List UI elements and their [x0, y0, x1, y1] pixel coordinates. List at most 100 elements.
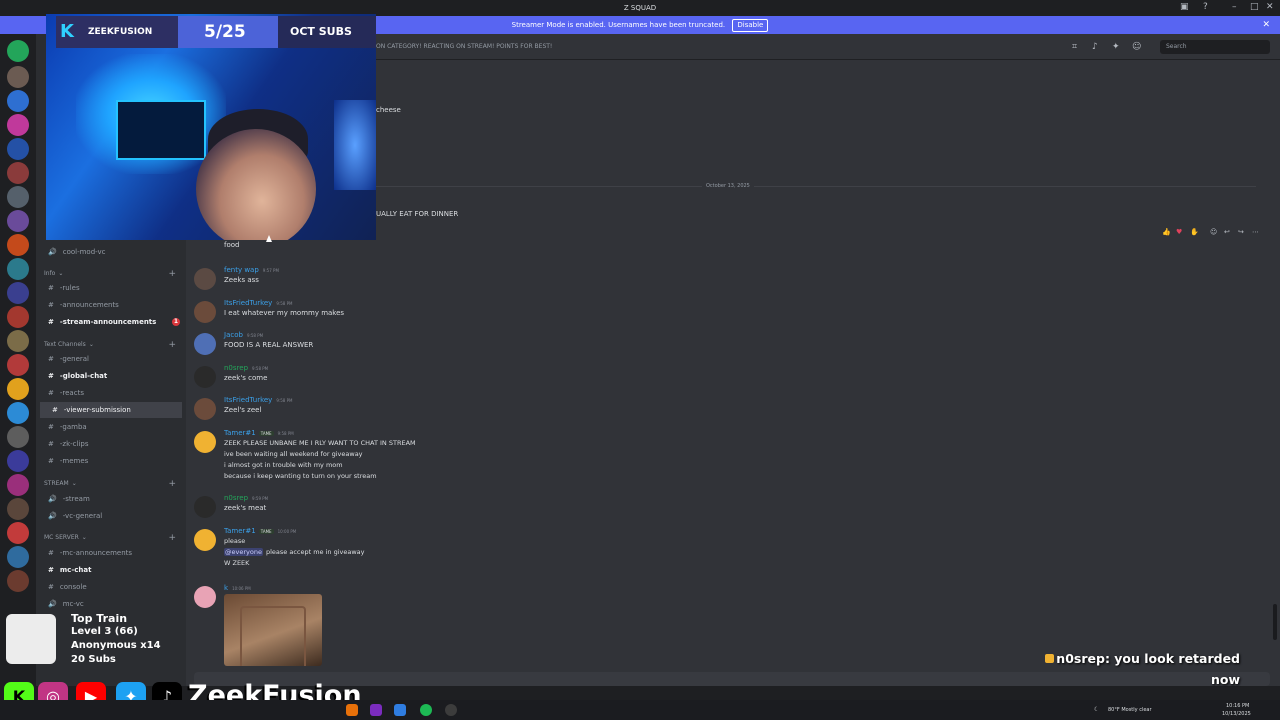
username[interactable]: k — [224, 584, 228, 592]
channel-item[interactable]: # -global-chat — [36, 368, 186, 384]
members-icon[interactable]: ☺ — [1132, 41, 1141, 53]
channel-category[interactable]: MC SERVER ⌄ + — [36, 530, 186, 546]
server-icon[interactable] — [7, 546, 29, 568]
app-icon[interactable] — [394, 704, 406, 716]
avatar[interactable] — [194, 301, 216, 323]
channel-item[interactable]: # -rules — [36, 280, 186, 296]
spotify-icon[interactable] — [420, 704, 432, 716]
message[interactable]: food — [194, 239, 894, 264]
channel-item[interactable]: # -general — [36, 351, 186, 367]
thumbs-up-icon[interactable]: 👍 — [1162, 228, 1171, 236]
username[interactable]: Jacob — [224, 331, 243, 339]
avatar[interactable] — [194, 333, 216, 355]
username[interactable]: ItsFriedTurkey — [224, 299, 272, 307]
username[interactable]: n0srep — [224, 494, 248, 502]
bell-icon[interactable]: ♪ — [1092, 41, 1098, 53]
fire-icon[interactable]: ✋ — [1190, 228, 1199, 236]
channel-item[interactable]: # -stream-announcements 1 — [36, 314, 186, 330]
avatar[interactable] — [194, 366, 216, 388]
clock-time[interactable]: 10:16 PM — [1226, 703, 1249, 709]
threads-icon[interactable]: ⌗ — [1072, 41, 1077, 53]
server-icon[interactable] — [7, 258, 29, 280]
channel-item[interactable]: 🔊 cool-mod-vc — [36, 244, 186, 260]
server-icon[interactable] — [7, 354, 29, 376]
server-icon[interactable] — [7, 306, 29, 328]
server-icon[interactable] — [7, 498, 29, 520]
server-icon[interactable] — [7, 40, 29, 62]
heart-icon[interactable]: ♥ — [1176, 228, 1182, 236]
search-input[interactable]: Search — [1160, 40, 1270, 54]
inbox-icon[interactable]: ▣ — [1180, 2, 1189, 12]
server-icon[interactable] — [7, 426, 29, 448]
more-icon[interactable]: ⋯ — [1252, 228, 1259, 236]
help-icon[interactable]: ? — [1203, 2, 1208, 12]
server-icon[interactable] — [7, 138, 29, 160]
close-window-icon[interactable]: ✕ — [1266, 2, 1274, 12]
avatar[interactable] — [194, 431, 216, 453]
avatar[interactable] — [194, 268, 216, 290]
forward-icon[interactable]: ↪ — [1238, 228, 1244, 236]
weather-text[interactable]: 80°F Mostly clear — [1108, 707, 1152, 713]
maximize-icon[interactable]: □ — [1250, 2, 1259, 12]
channel-category[interactable]: STREAM ⌄ + — [36, 476, 186, 492]
channel-item[interactable]: # -gamba — [36, 419, 186, 435]
server-icon[interactable] — [7, 186, 29, 208]
message[interactable]: ItsFriedTurkey 9:58 PM I eat whatever my m… — [194, 299, 894, 324]
channel-item[interactable]: 🔊 -vc-general — [36, 508, 186, 524]
obs-icon[interactable] — [370, 704, 382, 716]
message[interactable]: Tamer#1 TAME 10:00 PM please @everyone please… — [194, 527, 894, 574]
add-channel-icon[interactable]: + — [168, 476, 176, 492]
server-icon[interactable] — [7, 114, 29, 136]
scrollbar[interactable] — [1273, 604, 1277, 640]
message[interactable]: fenty wap 9:57 PM Zeeks ass — [194, 266, 894, 291]
reply-icon[interactable]: ↩ — [1224, 228, 1230, 236]
minimize-icon[interactable]: – — [1232, 2, 1237, 12]
username[interactable]: fenty wap — [224, 266, 259, 274]
message[interactable]: n0srep 9:58 PM zeek's come — [194, 364, 894, 389]
server-icon[interactable] — [7, 522, 29, 544]
server-icon[interactable] — [7, 162, 29, 184]
app-icon[interactable] — [445, 704, 457, 716]
channel-item[interactable]: # -memes — [36, 453, 186, 469]
username[interactable]: Tamer#1 — [224, 429, 256, 437]
username[interactable]: n0srep — [224, 364, 248, 372]
server-icon[interactable] — [7, 66, 29, 88]
message[interactable]: Tamer#1 TAME 9:58 PM ZEEK PLEASE UNBANE ME … — [194, 429, 894, 487]
channel-item[interactable]: # -reacts — [36, 385, 186, 401]
server-icon[interactable] — [7, 474, 29, 496]
image-attachment[interactable] — [224, 594, 322, 666]
server-icon[interactable] — [7, 90, 29, 112]
channel-item[interactable]: # mc-chat — [36, 562, 186, 578]
server-icon[interactable] — [7, 330, 29, 352]
avatar[interactable] — [194, 586, 216, 608]
username[interactable]: Tamer#1 — [224, 527, 256, 535]
server-icon[interactable] — [7, 570, 29, 592]
server-icon[interactable] — [7, 282, 29, 304]
channel-item[interactable]: 🔊 -stream — [36, 491, 186, 507]
avatar[interactable] — [194, 529, 216, 551]
avatar[interactable] — [194, 398, 216, 420]
banner-close-icon[interactable]: ✕ — [1262, 16, 1270, 34]
disable-button[interactable]: Disable — [732, 19, 769, 32]
channel-item[interactable]: # -announcements — [36, 297, 186, 313]
server-icon[interactable] — [7, 402, 29, 424]
firefox-icon[interactable] — [346, 704, 358, 716]
add-reaction-icon[interactable]: ☺ — [1210, 228, 1217, 236]
message[interactable]: Jacob 9:58 PM FOOD IS A REAL ANSWER — [194, 331, 894, 356]
server-icon[interactable] — [7, 378, 29, 400]
server-icon[interactable] — [7, 210, 29, 232]
message[interactable]: ItsFriedTurkey 9:58 PM Zeel's zeel — [194, 396, 894, 421]
channel-item[interactable]: # console — [36, 579, 186, 595]
mention[interactable]: @everyone — [224, 548, 263, 556]
server-icon[interactable] — [7, 450, 29, 472]
message[interactable]: n0srep 9:59 PM zeek's meat — [194, 494, 894, 519]
avatar[interactable] — [194, 496, 216, 518]
clock-date[interactable]: 10/13/2025 — [1222, 711, 1251, 717]
channel-item[interactable]: # -viewer-submission — [40, 402, 182, 418]
pin-icon[interactable]: ✦ — [1112, 41, 1120, 53]
server-icon[interactable] — [7, 234, 29, 256]
channel-item[interactable]: # -zk-clips — [36, 436, 186, 452]
channel-item[interactable]: # -mc-announcements — [36, 545, 186, 561]
username[interactable]: ItsFriedTurkey — [224, 396, 272, 404]
add-channel-icon[interactable]: + — [168, 530, 176, 546]
